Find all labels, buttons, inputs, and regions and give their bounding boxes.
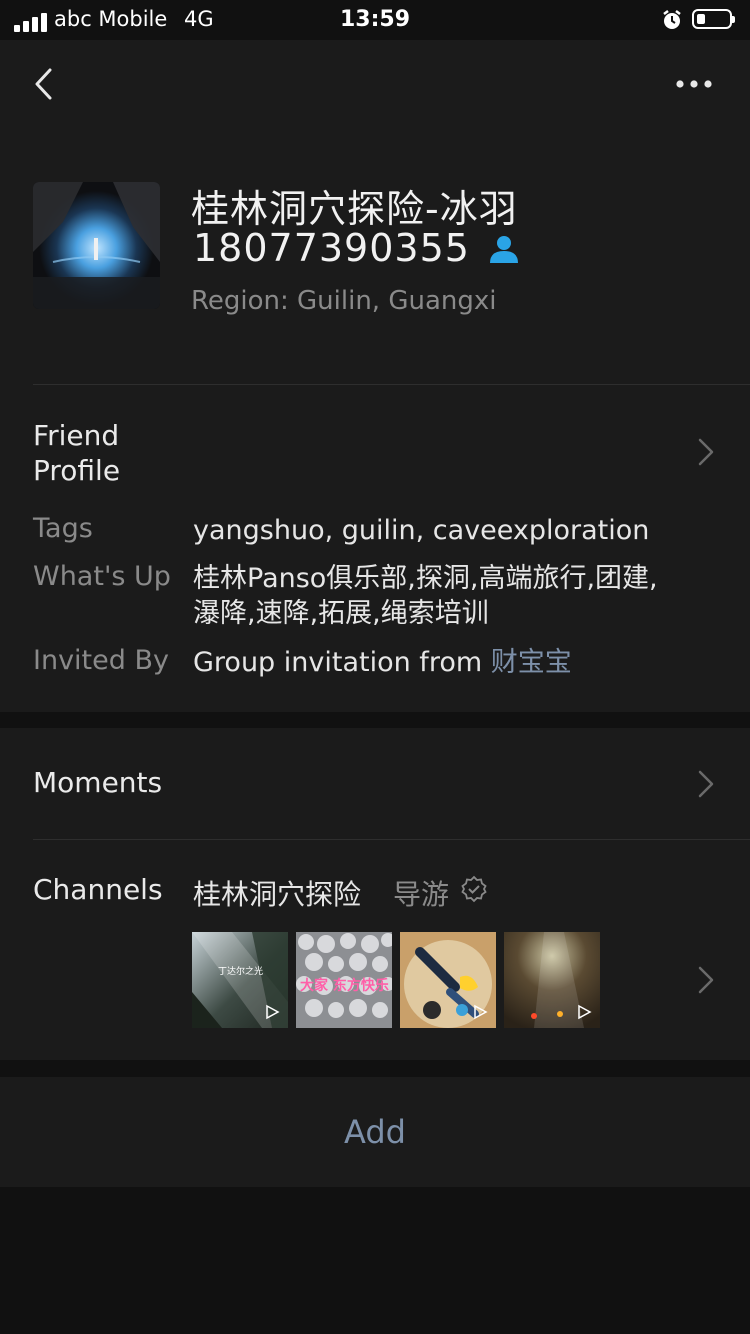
alarm-icon xyxy=(663,10,681,29)
divider xyxy=(33,839,750,840)
profile-name: 桂林洞穴探险-冰羽 xyxy=(191,187,518,231)
channel-name[interactable]: 桂林洞穴探险 xyxy=(193,873,361,913)
more-icon[interactable] xyxy=(672,72,716,96)
invited-label: Invited By xyxy=(33,645,169,676)
whatsup-label: What's Up xyxy=(33,561,171,592)
chevron-right-icon[interactable] xyxy=(697,437,715,467)
channel-thumb[interactable]: 大家 东方快乐 xyxy=(296,932,392,1028)
thumb-caption: 丁达尔之光 xyxy=(218,967,264,977)
play-icon xyxy=(474,1004,488,1020)
status-time: 13:59 xyxy=(339,7,411,32)
avatar-image xyxy=(33,182,160,309)
profile-id: 18077390355 xyxy=(193,226,470,270)
chevron-right-icon[interactable] xyxy=(697,769,715,799)
whatsup-line1: 桂林Panso俱乐部,探洞,高端旅行,团建, xyxy=(193,563,658,594)
tags-label: Tags xyxy=(33,513,93,544)
chevron-right-icon[interactable] xyxy=(697,965,715,995)
channel-thumb[interactable] xyxy=(504,932,600,1028)
thumb-caption: 大家 东方快乐 xyxy=(300,978,389,994)
friend-profile-line2: Profile xyxy=(33,454,121,487)
play-icon xyxy=(578,1004,592,1020)
add-button[interactable]: Add xyxy=(0,1077,750,1187)
channels-label[interactable]: Channels xyxy=(33,873,163,906)
person-icon[interactable] xyxy=(487,234,521,264)
section-gap xyxy=(0,712,750,728)
verified-icon xyxy=(461,875,487,903)
whatsup-value: 桂林Panso俱乐部,探洞,高端旅行,团建, 瀑降,速降,拓展,绳索培训 xyxy=(193,561,733,631)
moments-row[interactable]: Moments xyxy=(33,766,162,799)
invited-prefix: Group invitation from xyxy=(193,647,491,678)
channel-thumb[interactable]: 丁达尔之光 xyxy=(192,932,288,1028)
tags-value: yangshuo, guilin, caveexploration xyxy=(193,515,650,546)
play-icon xyxy=(266,1004,280,1020)
divider xyxy=(33,384,750,385)
friend-profile-line1: Friend xyxy=(33,419,120,452)
whatsup-line2: 瀑降,速降,拓展,绳索培训 xyxy=(193,598,489,629)
channel-thumb[interactable] xyxy=(400,932,496,1028)
back-icon[interactable] xyxy=(28,62,64,106)
battery-icon xyxy=(692,9,735,29)
friend-profile-row[interactable]: Friend Profile xyxy=(33,418,173,488)
avatar[interactable] xyxy=(33,182,160,309)
inviter-link[interactable]: 财宝宝 xyxy=(491,647,572,678)
invited-value: Group invitation from 财宝宝 xyxy=(193,645,733,680)
channel-role: 导游 xyxy=(393,878,450,911)
profile-region: Region: Guilin, Guangxi xyxy=(191,286,497,316)
status-bar: abc Mobile 4G 13:59 xyxy=(0,0,750,40)
